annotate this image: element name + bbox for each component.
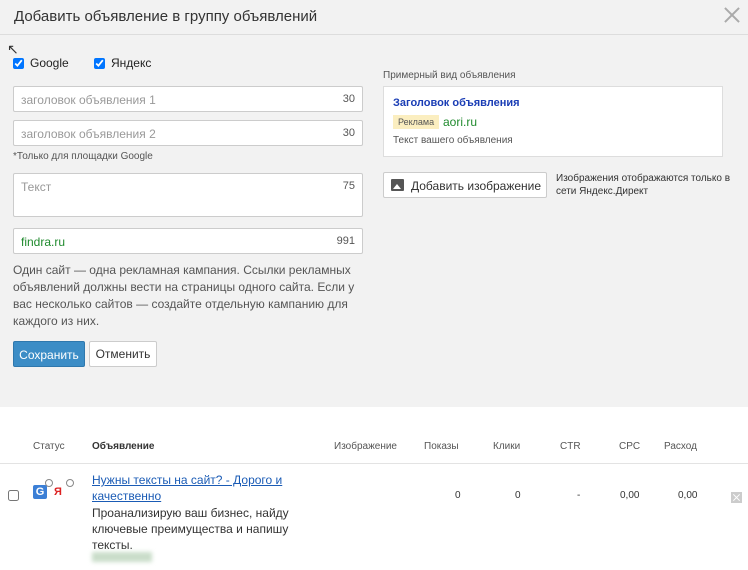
row-checkbox[interactable] <box>8 490 19 501</box>
clicks-value: 0 <box>515 490 521 501</box>
url-value: findra.ru <box>21 235 66 249</box>
add-image-label: Добавить изображение <box>411 179 542 193</box>
col-image: Изображение <box>334 441 397 452</box>
col-cpc: CPC <box>619 441 641 452</box>
preview-label: Примерный вид объявления <box>383 70 516 81</box>
col-clicks: Клики <box>493 441 521 452</box>
headline1-placeholder: заголовок объявления 1 <box>21 93 156 107</box>
col-ctr: CTR <box>560 441 581 452</box>
delete-icon[interactable] <box>731 492 742 503</box>
ctr-value: - <box>577 490 581 501</box>
yandex-checkbox-wrap[interactable]: Яндекс <box>94 56 151 70</box>
headline2-counter: 30 <box>342 127 355 139</box>
headline1-input[interactable]: заголовок объявления 1 30 <box>13 86 363 112</box>
ad-text-counter: 75 <box>342 180 355 192</box>
headline2-input[interactable]: заголовок объявления 2 30 <box>13 120 363 146</box>
ad-body-text: Проанализирую ваш бизнес, найду ключевые… <box>92 506 289 552</box>
headline2-placeholder: заголовок объявления 2 <box>21 127 156 141</box>
add-ad-dialog: Добавить объявление в группу объявлений … <box>0 0 748 407</box>
google-status-dot <box>45 479 53 487</box>
headline1-counter: 30 <box>342 93 355 105</box>
close-icon[interactable] <box>724 6 740 22</box>
spend-value: 0,00 <box>678 490 698 501</box>
col-status: Статус <box>33 441 65 452</box>
col-ad: Объявление <box>92 441 155 452</box>
yandex-checkbox[interactable] <box>94 57 105 69</box>
dialog-title: Добавить объявление в группу объявлений <box>14 8 318 25</box>
google-checkbox[interactable] <box>13 57 24 69</box>
google-checkbox-label: Google <box>30 56 69 70</box>
google-checkbox-wrap[interactable]: Google <box>13 56 69 70</box>
col-spend: Расход <box>664 441 697 452</box>
ad-preview: Заголовок объявления Реклама aori.ru Тек… <box>383 86 723 157</box>
url-input[interactable]: findra.ru 991 <box>13 228 363 254</box>
yandex-checkbox-label: Яндекс <box>111 56 152 70</box>
save-button[interactable]: Сохранить <box>13 341 85 367</box>
google-only-note: *Только для площадки Google <box>13 151 153 162</box>
ad-title-link[interactable]: Нужны тексты на сайт? - Дорого и качеств… <box>92 472 292 504</box>
table-header-divider <box>0 463 748 464</box>
blurred-url <box>92 552 152 562</box>
yandex-status-dot <box>66 479 74 487</box>
cpc-value: 0,00 <box>620 490 640 501</box>
ad-badge: Реклама <box>393 115 440 129</box>
col-shows: Показы <box>424 441 459 452</box>
cancel-button[interactable]: Отменить <box>89 341 157 367</box>
add-image-button[interactable]: Добавить изображение <box>383 172 547 198</box>
image-note: Изображения отображаются только в сети Я… <box>556 173 731 197</box>
image-icon <box>391 179 404 191</box>
google-icon: G <box>33 485 47 499</box>
divider <box>0 34 748 35</box>
yandex-icon: Я <box>54 486 62 498</box>
shows-value: 0 <box>455 490 461 501</box>
ad-text-placeholder: Текст <box>21 180 52 194</box>
ad-text-input[interactable]: Текст 75 <box>13 173 363 217</box>
preview-text: Текст вашего объявления <box>393 135 513 146</box>
preview-domain: aori.ru <box>443 115 478 129</box>
url-counter: 991 <box>336 235 355 247</box>
help-text: Один сайт — одна рекламная кампания. Ссы… <box>13 263 355 328</box>
preview-title: Заголовок объявления <box>393 97 520 109</box>
